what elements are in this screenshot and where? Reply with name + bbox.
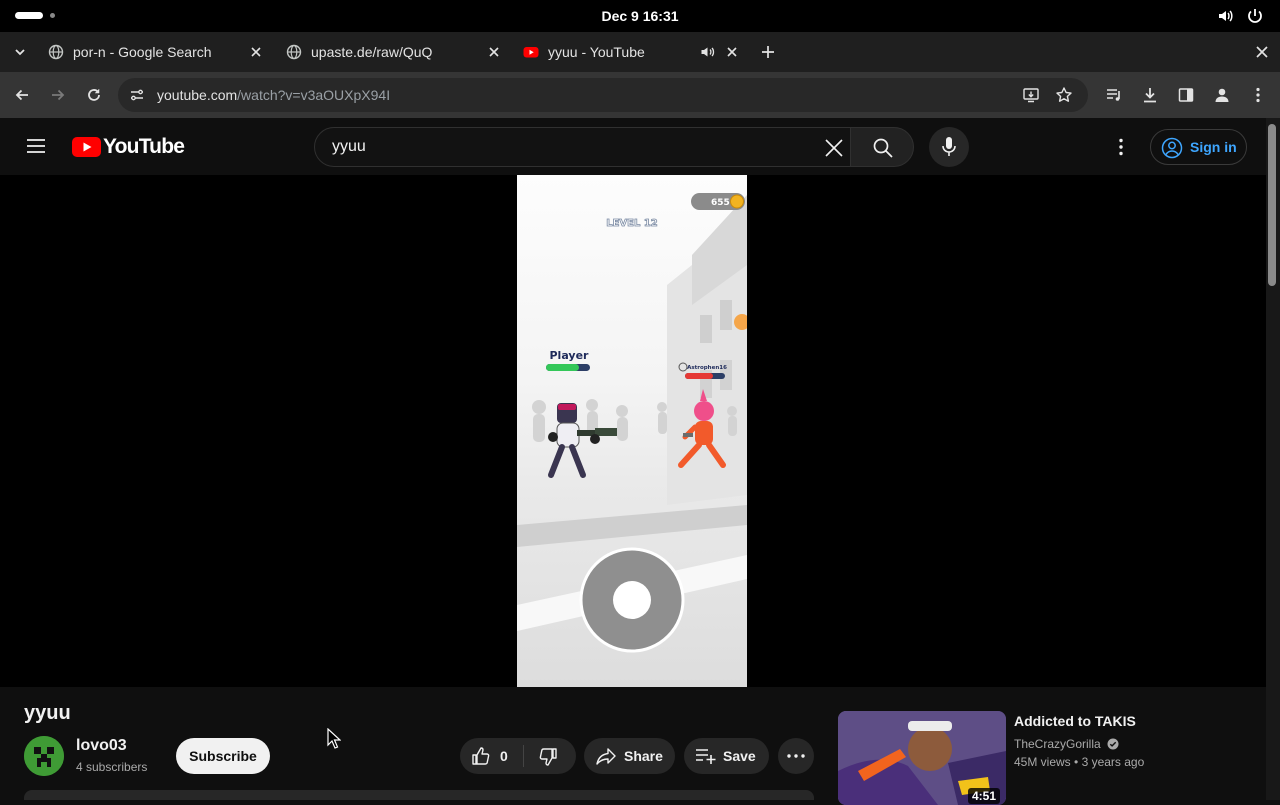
recommended-thumbnail[interactable]: 4:51 — [838, 711, 1006, 805]
recommended-age: 3 years ago — [1081, 755, 1145, 769]
hamburger-menu-icon[interactable] — [26, 137, 46, 155]
url-text[interactable]: youtube.com/watch?v=v3aOUXpX94I — [157, 87, 390, 103]
coin-count: 655 — [711, 198, 730, 208]
youtube-logo-text[interactable]: YouTube — [103, 135, 185, 159]
site-info-tune-icon[interactable] — [129, 87, 145, 103]
tab-title: por-n - Google Search — [73, 44, 212, 60]
close-tab-icon[interactable] — [247, 43, 265, 61]
address-bar[interactable]: youtube.com/watch?v=v3aOUXpX94I — [118, 78, 1088, 112]
player-name-label: Player — [550, 349, 590, 362]
building-window — [720, 300, 732, 330]
building-window — [700, 315, 712, 343]
subscriber-count: 4 subscribers — [76, 760, 148, 774]
like-count[interactable]: 0 — [500, 748, 508, 764]
globe-icon — [48, 44, 64, 60]
tab-google-search[interactable]: por-n - Google Search — [48, 36, 212, 68]
media-controls-icon[interactable] — [1105, 86, 1123, 104]
side-panel-icon[interactable] — [1177, 86, 1195, 104]
download-icon[interactable] — [1141, 86, 1159, 104]
recommended-title[interactable]: Addicted to TAKIS — [1014, 713, 1136, 729]
joystick-knob[interactable] — [613, 581, 651, 619]
close-tab-icon[interactable] — [485, 43, 503, 61]
close-tab-icon[interactable] — [723, 43, 741, 61]
sign-in-button[interactable]: Sign in — [1150, 129, 1247, 165]
more-actions-button[interactable] — [778, 738, 814, 774]
save-label: Save — [723, 748, 756, 764]
recommended-views: 45M views — [1014, 755, 1071, 769]
video-title: yyuu — [24, 702, 71, 724]
mouse-cursor-icon — [327, 728, 341, 749]
url-path: /watch?v=v3aOUXpX94I — [237, 87, 391, 103]
enemy-health-bar-fill — [685, 373, 713, 379]
coin-icon — [730, 194, 744, 209]
url-host: youtube.com — [157, 87, 238, 103]
youtube-header: YouTube yyuu Sign in — [0, 118, 1266, 175]
verified-check-icon — [1107, 738, 1119, 750]
enemy-name-label: Astrophen16 — [687, 365, 727, 371]
more-horizontal-icon — [787, 754, 805, 758]
new-tab-plus-icon[interactable] — [759, 43, 777, 61]
save-playlist-add-icon — [696, 749, 716, 764]
tab-strip: por-n - Google Search upaste.de/raw/QuQ … — [0, 32, 1280, 72]
youtube-logo-icon[interactable] — [72, 137, 101, 157]
tab-upaste[interactable]: upaste.de/raw/QuQ — [286, 36, 432, 68]
youtube-favicon-icon — [523, 47, 539, 58]
recommended-channel[interactable]: TheCrazyGorilla — [1014, 737, 1119, 751]
game-scene: 655 LEVEL 12 Player Astrophen16 — [517, 193, 747, 653]
settings-more-icon[interactable] — [1112, 137, 1130, 157]
forward-arrow-icon[interactable] — [49, 86, 67, 104]
description-box[interactable] — [24, 790, 814, 800]
page-scrollbar-thumb[interactable] — [1268, 124, 1276, 286]
power-icon[interactable] — [1246, 7, 1264, 25]
search-icon — [873, 138, 893, 158]
globe-icon — [286, 44, 302, 60]
creeper-avatar-icon — [24, 736, 64, 776]
dislike-thumbs-down-icon[interactable] — [538, 747, 558, 767]
level-label: LEVEL 12 — [606, 218, 658, 229]
search-input[interactable]: yyuu — [314, 127, 851, 167]
toolbar: youtube.com/watch?v=v3aOUXpX94I — [0, 72, 1280, 118]
player-character — [548, 403, 617, 478]
tab-title: yyuu - YouTube — [548, 44, 645, 60]
search-button[interactable] — [850, 127, 914, 167]
install-app-icon[interactable] — [1022, 86, 1040, 104]
os-top-bar: Dec 9 16:31 — [0, 0, 1280, 32]
channel-name[interactable]: lovo03 — [76, 737, 127, 755]
tab-search-chevron-icon[interactable] — [13, 45, 27, 59]
share-label: Share — [624, 748, 663, 764]
tab-youtube-active[interactable]: yyuu - YouTube — [523, 36, 645, 68]
clear-search-icon[interactable] — [824, 138, 844, 158]
video-player[interactable]: 655 LEVEL 12 Player Astrophen16 — [0, 175, 1266, 687]
tab-audio-playing-icon[interactable] — [700, 44, 716, 60]
reload-icon[interactable] — [85, 86, 103, 104]
player-health-bar-fill — [546, 364, 579, 371]
video-frame[interactable]: 655 LEVEL 12 Player Astrophen16 — [517, 175, 747, 687]
close-window-icon[interactable] — [1253, 43, 1271, 61]
profile-icon[interactable] — [1213, 86, 1231, 104]
recommended-meta: 45M views • 3 years ago — [1014, 755, 1145, 769]
subscribe-button[interactable]: Subscribe — [176, 738, 270, 774]
share-button[interactable]: Share — [584, 738, 675, 774]
share-arrow-icon — [596, 748, 616, 765]
back-arrow-icon[interactable] — [13, 86, 31, 104]
search-query-text: yyuu — [332, 138, 366, 155]
voice-search-button[interactable] — [929, 127, 969, 167]
chrome-menu-icon[interactable] — [1249, 86, 1267, 104]
like-dislike-group: 0 — [460, 738, 576, 774]
video-duration: 4:51 — [967, 788, 1000, 804]
save-button[interactable]: Save — [684, 738, 769, 774]
like-divider — [523, 745, 524, 767]
account-circle-icon — [1161, 137, 1183, 159]
os-clock[interactable]: Dec 9 16:31 — [0, 8, 1280, 24]
sign-in-label: Sign in — [1190, 139, 1237, 155]
channel-avatar[interactable] — [24, 736, 64, 776]
like-thumbs-up-icon[interactable] — [471, 746, 491, 766]
bookmark-star-icon[interactable] — [1055, 86, 1073, 104]
road-stripe — [517, 505, 747, 547]
volume-icon[interactable] — [1217, 7, 1235, 25]
recommended-channel-name: TheCrazyGorilla — [1014, 737, 1101, 751]
microphone-icon — [942, 137, 956, 156]
tab-title: upaste.de/raw/QuQ — [311, 44, 433, 60]
